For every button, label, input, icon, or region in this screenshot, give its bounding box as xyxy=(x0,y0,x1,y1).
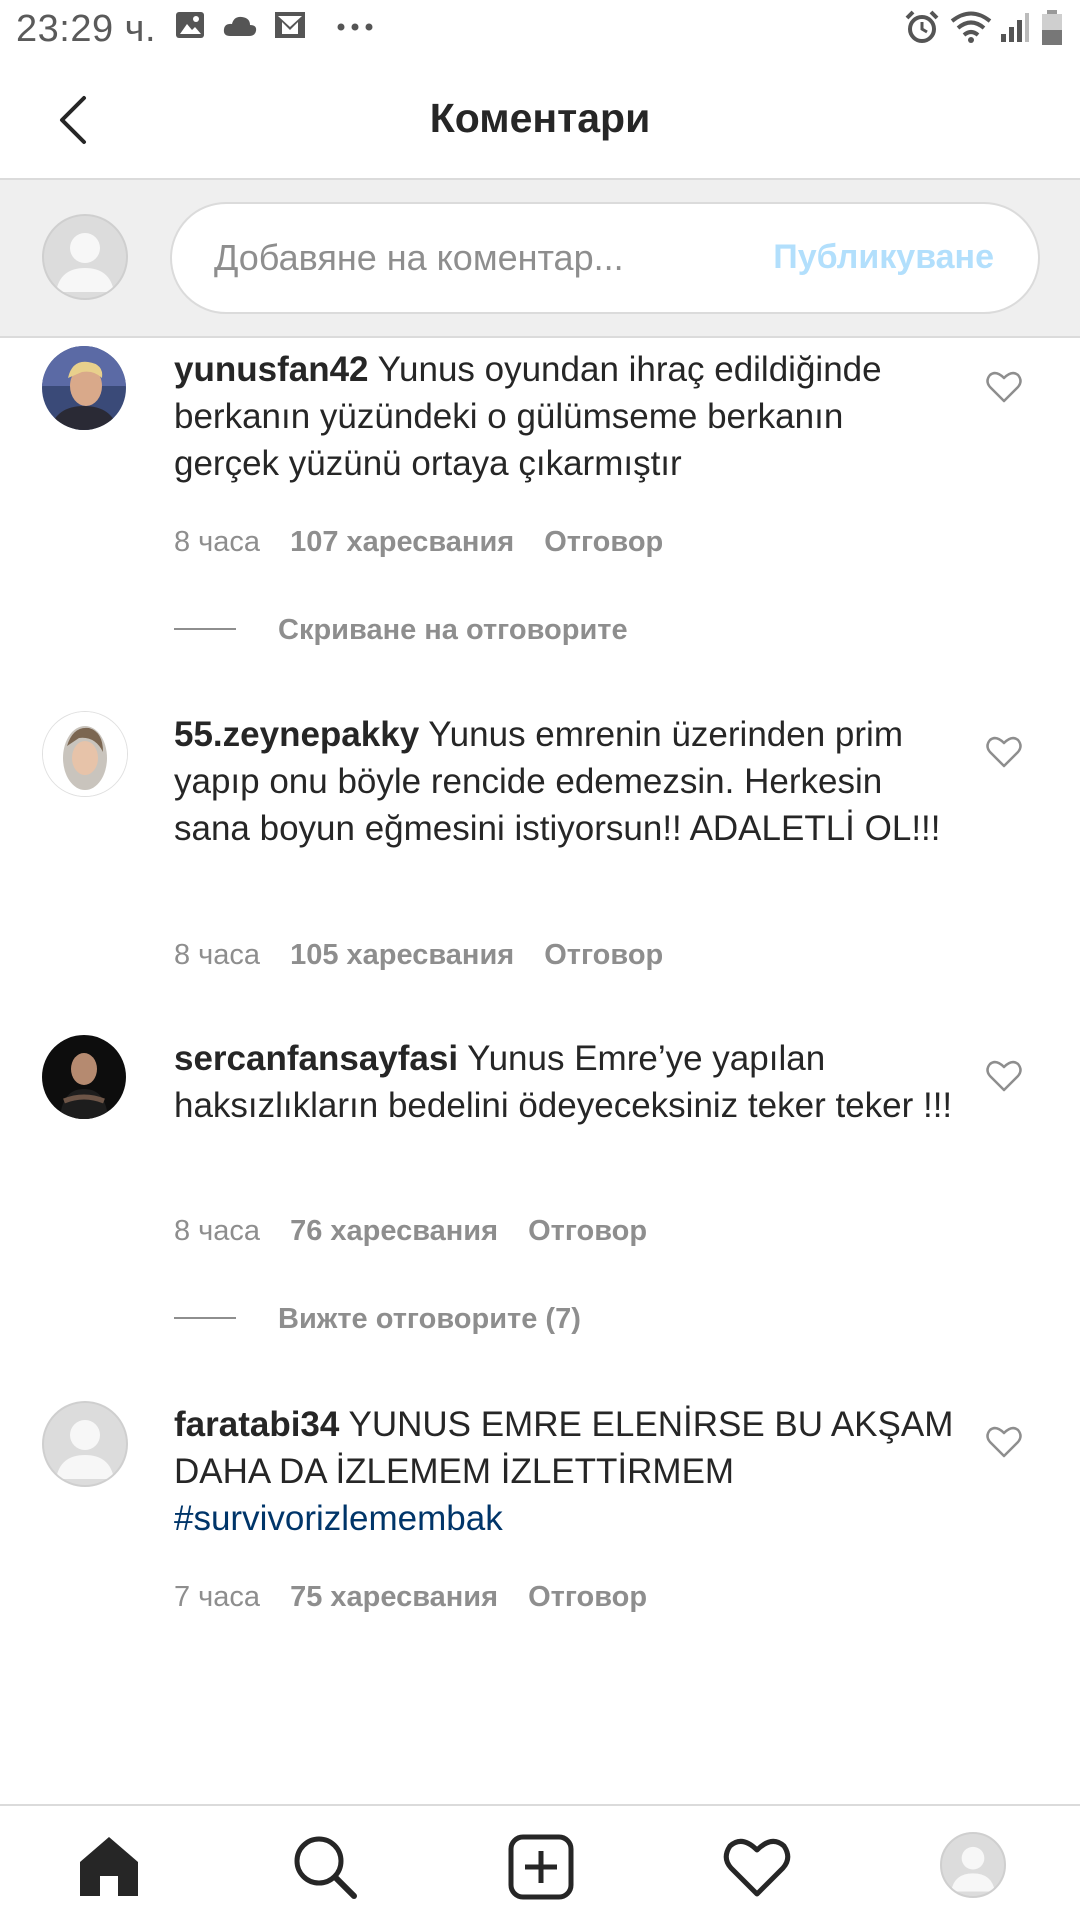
replies-toggle-label: Вижте отговорите (7) xyxy=(278,1303,581,1335)
like-heart-icon[interactable] xyxy=(986,1425,1022,1459)
comment-username[interactable]: sercanfansayfasi xyxy=(174,1039,458,1078)
avatar[interactable] xyxy=(42,1035,126,1119)
comment-meta: 7 часа 75 харесвания Отговор xyxy=(174,1581,677,1614)
like-heart-icon[interactable] xyxy=(986,370,1022,404)
gallery-icon xyxy=(176,12,204,38)
app-bar: Коментари xyxy=(0,60,1080,180)
divider-line xyxy=(174,1317,236,1320)
status-bar: 23:29 ч. xyxy=(0,0,1080,60)
view-replies-button[interactable]: Вижте отговорите (7) xyxy=(174,1303,581,1336)
comment-meta: 8 часа 105 харесвания Отговор xyxy=(174,939,693,972)
profile-icon[interactable] xyxy=(940,1832,1006,1898)
avatar xyxy=(42,214,128,300)
heart-activity-icon[interactable] xyxy=(722,1832,792,1902)
alarm-icon xyxy=(905,10,939,43)
divider-line xyxy=(174,628,236,631)
signal-icon xyxy=(1001,13,1029,42)
comment-time: 7 часа xyxy=(174,1581,261,1613)
comment-username[interactable]: yunusfan42 xyxy=(174,350,369,389)
wifi-icon xyxy=(950,11,992,43)
cloud-icon xyxy=(223,16,257,36)
hide-replies-button[interactable]: Скриване на отговорите xyxy=(174,614,628,647)
user-placeholder-icon xyxy=(56,1420,114,1479)
comment-text: 55.zeynepakky Yunus emrenin üzerinden pr… xyxy=(174,711,954,852)
comment-username[interactable]: faratabi34 xyxy=(174,1405,339,1444)
battery-icon xyxy=(1042,10,1062,45)
mail-icon xyxy=(275,12,305,38)
search-icon[interactable] xyxy=(290,1832,360,1902)
comment-likes[interactable]: 75 харесвания xyxy=(290,1581,498,1613)
reply-button[interactable]: Отговор xyxy=(528,1215,647,1247)
hashtag-link[interactable]: #survivorizlemembak xyxy=(174,1499,503,1538)
status-time: 23:29 ч. xyxy=(16,8,157,50)
more-dots-icon xyxy=(337,23,373,31)
comment-time: 8 часа xyxy=(174,526,261,558)
add-post-icon[interactable] xyxy=(506,1832,576,1902)
comment-likes[interactable]: 105 харесвания xyxy=(290,939,514,971)
publish-button[interactable]: Публикуване xyxy=(773,238,994,277)
comment-input-wrapper: Публикуване xyxy=(170,202,1040,314)
comment-meta: 8 часа 107 харесвания Отговор xyxy=(174,526,693,559)
avatar[interactable] xyxy=(42,711,128,797)
comment-time: 8 часа xyxy=(174,939,261,971)
comment-time: 8 часа xyxy=(174,1215,261,1247)
replies-toggle-label: Скриване на отговорите xyxy=(278,614,628,646)
like-heart-icon[interactable] xyxy=(986,1059,1022,1093)
comment-text: sercanfansayfasi Yunus Emre’ye yapılan h… xyxy=(174,1035,954,1129)
reply-button[interactable]: Отговор xyxy=(528,1581,647,1613)
comment-meta: 8 часа 76 харесвания Отговор xyxy=(174,1215,677,1248)
comment-text: yunusfan42 Yunus oyundan ihraç edildiğin… xyxy=(174,346,954,487)
comment-input[interactable] xyxy=(212,232,736,284)
user-placeholder-icon xyxy=(56,233,114,292)
home-icon[interactable] xyxy=(74,1832,144,1902)
comment-username[interactable]: 55.zeynepakky xyxy=(174,715,419,754)
reply-button[interactable]: Отговор xyxy=(544,526,663,558)
page-title: Коментари xyxy=(429,95,651,141)
avatar[interactable] xyxy=(42,346,126,430)
avatar[interactable] xyxy=(42,1401,128,1487)
comment-likes[interactable]: 107 харесвания xyxy=(290,526,514,558)
comment-likes[interactable]: 76 харесвания xyxy=(290,1215,498,1247)
like-heart-icon[interactable] xyxy=(986,735,1022,769)
bottom-nav xyxy=(0,1804,1080,1922)
comment-text: faratabi34 YUNUS EMRE ELENİRSE BU AKŞAM … xyxy=(174,1401,954,1542)
comment-compose-bar: Публикуване xyxy=(0,180,1080,338)
reply-button[interactable]: Отговор xyxy=(544,939,663,971)
user-placeholder-icon xyxy=(951,1846,995,1892)
